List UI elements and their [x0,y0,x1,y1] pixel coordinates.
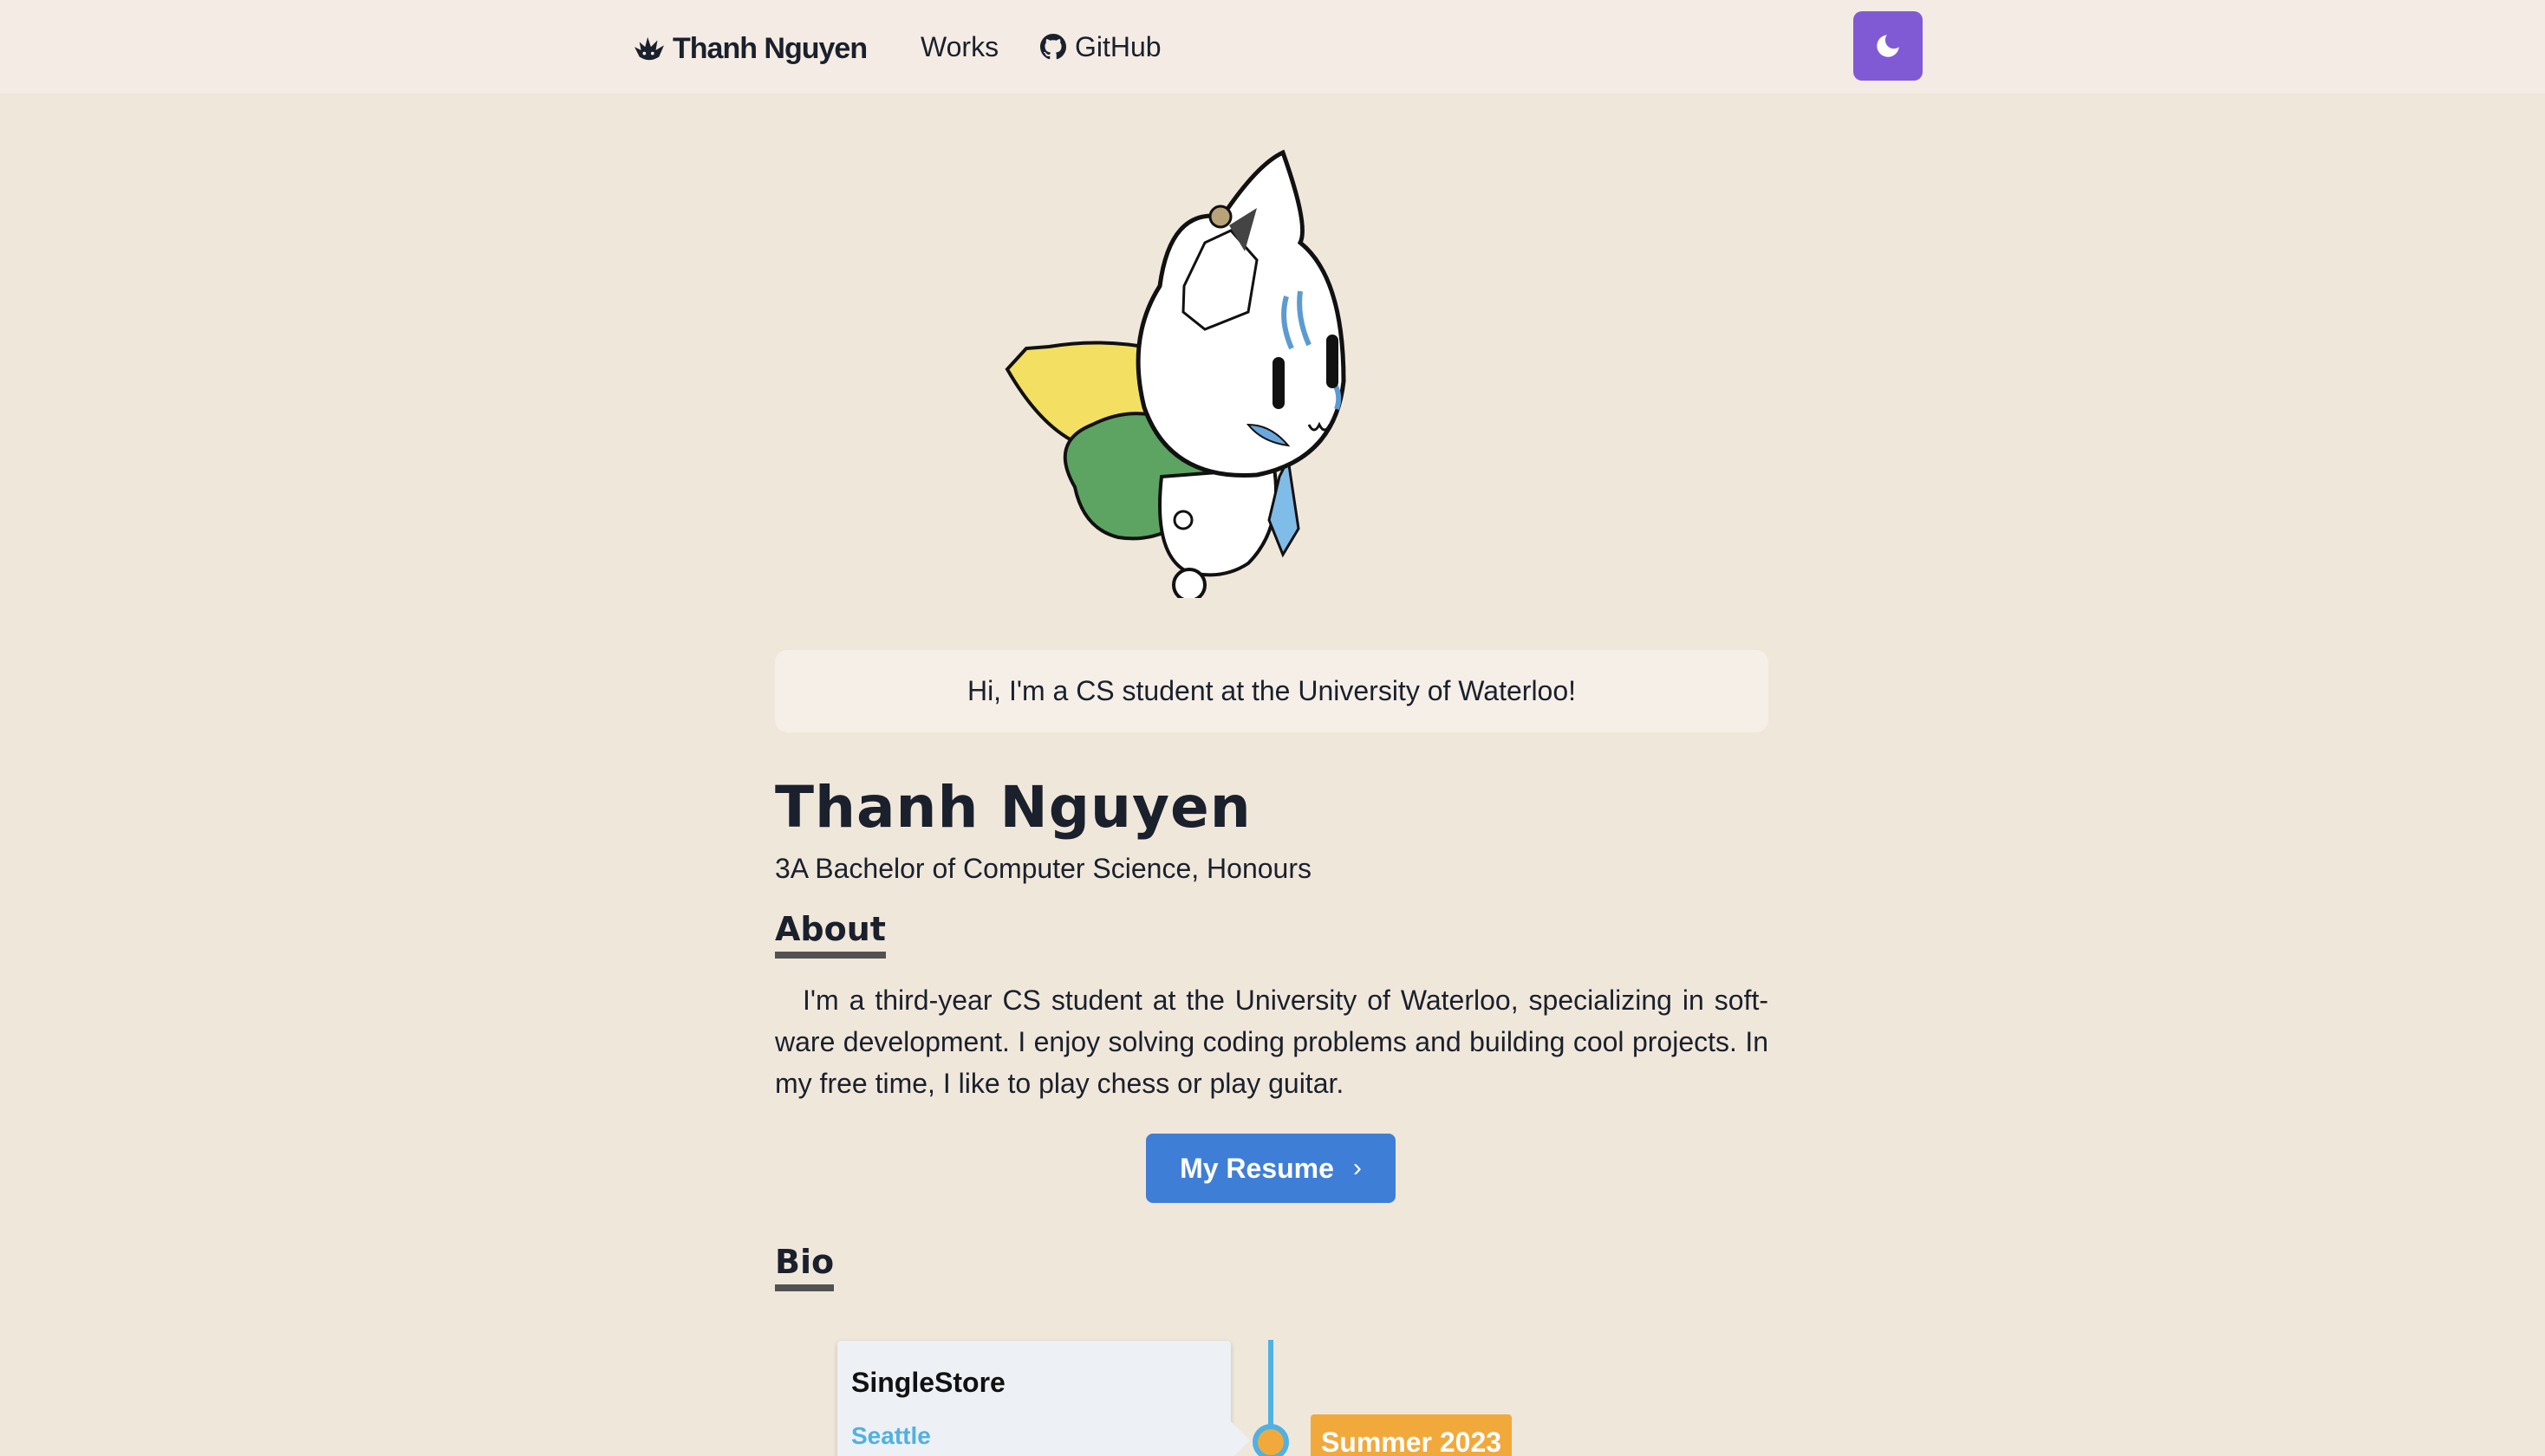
moon-icon [1877,35,1899,57]
timeline-card: SingleStore Seattle [837,1341,1231,1456]
timeline-card-pointer [1231,1421,1250,1456]
site-logo-link[interactable]: Thanh Nguyen [633,29,868,68]
bio-heading: Bio [775,1243,835,1291]
github-icon [1040,34,1066,60]
chevron-right-icon: › [1352,1154,1362,1182]
resume-button[interactable]: My Resume › [1146,1134,1396,1203]
resume-label: My Resume [1180,1152,1334,1184]
timeline-date: Summer 2023 [1311,1414,1512,1456]
github-label: GitHub [1075,30,1162,62]
about-heading: About [775,910,886,959]
about-text: I'm a third-year CS student at the Unive… [775,985,1768,1099]
nav-link-works[interactable]: Works [921,28,999,66]
theme-toggle-button[interactable] [1853,11,1923,81]
timeline-location: Seattle [851,1422,931,1449]
logo-text: Thanh Nguyen [673,31,868,65]
degree-subtitle: 3A Bachelor of Computer Science, Honours [775,853,1312,884]
paw-icon [635,36,664,61]
mascot-illustration [1005,149,1346,598]
greeting-banner: Hi, I'm a CS student at the University o… [775,650,1768,732]
timeline-company: SingleStore [851,1367,1006,1398]
nav-link-github[interactable]: GitHub [1040,28,1162,66]
page-title: Thanh Nguyen [775,774,1252,841]
timeline-dot [1253,1424,1289,1456]
navbar: Thanh Nguyen Works GitHub [0,0,2545,94]
